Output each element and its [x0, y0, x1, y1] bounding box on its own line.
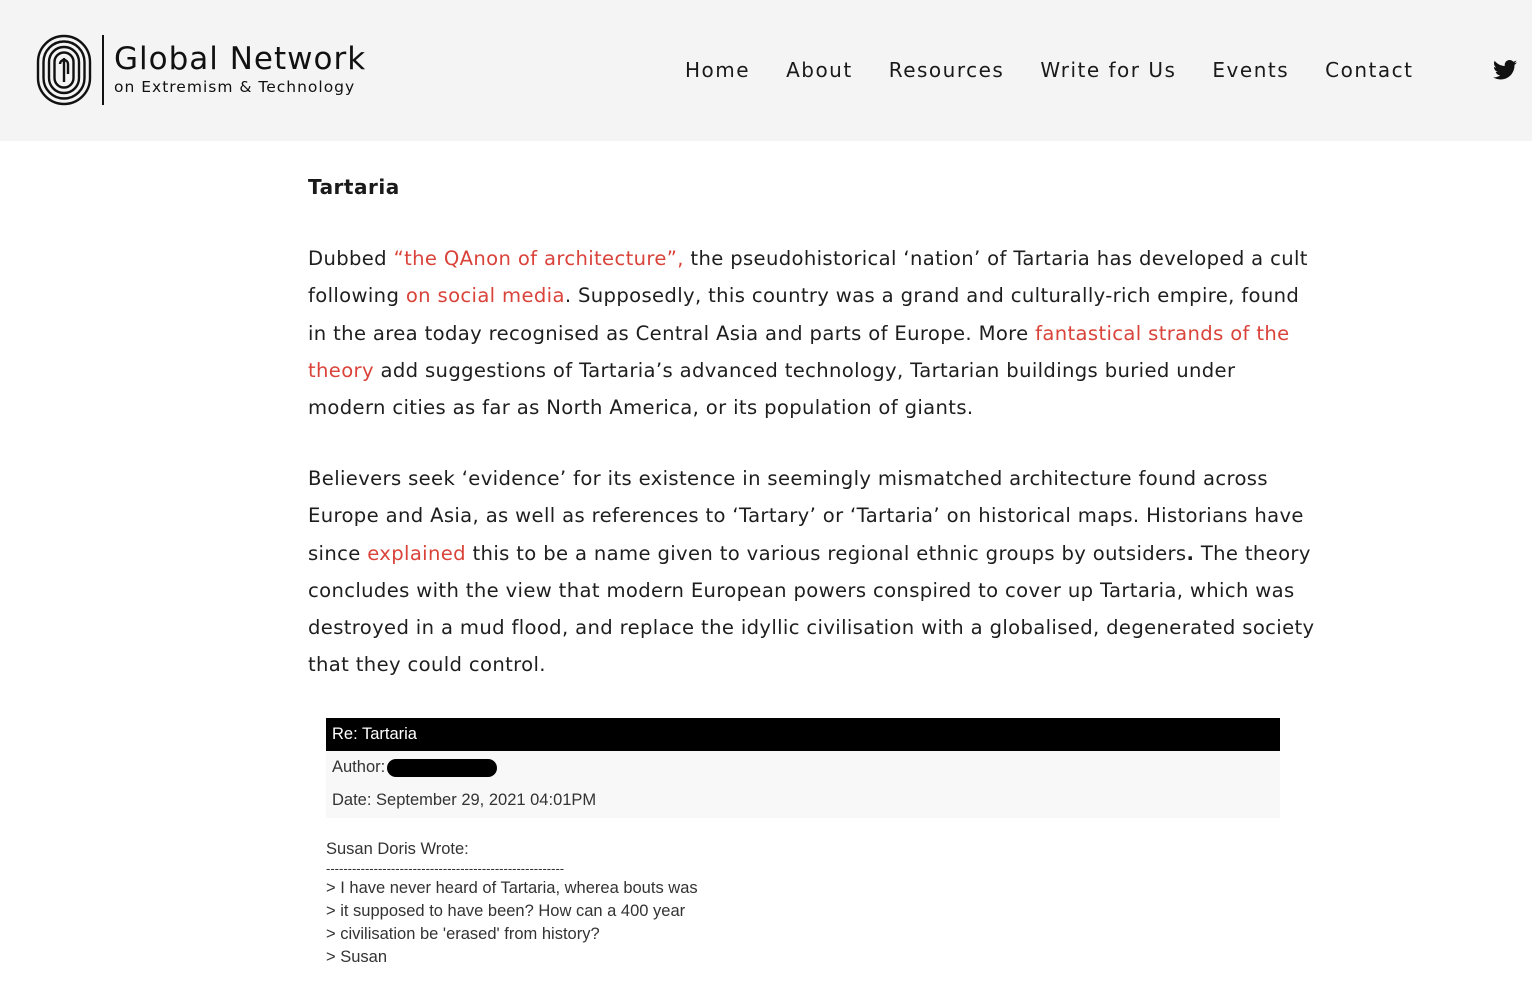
- forum-post-screenshot: Re: Tartaria Author: Date: September 29,…: [326, 718, 1280, 969]
- text: this to be a name given to various regio…: [465, 541, 1187, 565]
- logo-divider: [102, 35, 104, 105]
- text: Dubbed: [308, 247, 394, 270]
- article-body: Tartaria Dubbed “the QAnon of architectu…: [308, 170, 1318, 676]
- logo-subtitle: on Extremism & Technology: [114, 78, 356, 96]
- fingerprint-logo-icon: [36, 34, 92, 106]
- site-logo[interactable]: Global Network on Extremism & Technology: [36, 34, 366, 106]
- main-nav: Home About Resources Write for Us Events…: [685, 56, 1449, 84]
- quote-line: > civilisation be 'erased' from history?: [326, 925, 600, 943]
- quote-line: Susan Doris Wrote:: [326, 840, 469, 858]
- nav-contact[interactable]: Contact: [1325, 56, 1413, 84]
- quote-line: > I have never heard of Tartaria, wherea…: [326, 879, 698, 897]
- site-header: Global Network on Extremism & Technology…: [0, 0, 1532, 141]
- author-row: Author:: [332, 751, 1280, 784]
- nav-events[interactable]: Events: [1212, 56, 1289, 84]
- link-explained[interactable]: explained: [367, 542, 466, 565]
- forum-post-header: Re: Tartaria: [326, 718, 1280, 751]
- logo-text: Global Network on Extremism & Technology: [114, 42, 366, 98]
- text: add suggestions of Tartaria’s advanced t…: [308, 358, 1236, 420]
- link-on-social-media[interactable]: on social media: [406, 284, 565, 307]
- date-row: Date: September 29, 2021 04:01PM: [332, 791, 597, 809]
- quote-line: > Susan: [326, 948, 388, 966]
- nav-write-for-us[interactable]: Write for Us: [1040, 56, 1176, 84]
- forum-post-meta: Author: Date: September 29, 2021 04:01PM: [326, 751, 1280, 818]
- quote-line: > it supposed to have been? How can a 40…: [326, 902, 686, 920]
- nav-home[interactable]: Home: [685, 56, 750, 84]
- quote-line: ----------------------------------------…: [326, 861, 565, 876]
- paragraph-believers: Believers seek ‘evidence’ for its existe…: [308, 460, 1318, 684]
- paragraph-intro: Dubbed “the QAnon of architecture”, the …: [308, 240, 1318, 426]
- link-qanon-of-architecture[interactable]: “the QAnon of architecture”,: [394, 247, 684, 270]
- nav-resources[interactable]: Resources: [889, 56, 1005, 84]
- author-label: Author:: [332, 758, 386, 776]
- twitter-icon[interactable]: [1493, 59, 1517, 81]
- logo-title: Global Network: [114, 41, 367, 77]
- forum-quote: Susan Doris Wrote: ---------------------…: [326, 838, 1280, 969]
- nav-about[interactable]: About: [786, 56, 853, 84]
- redacted-author: [387, 758, 498, 777]
- section-title: Tartaria: [308, 175, 400, 199]
